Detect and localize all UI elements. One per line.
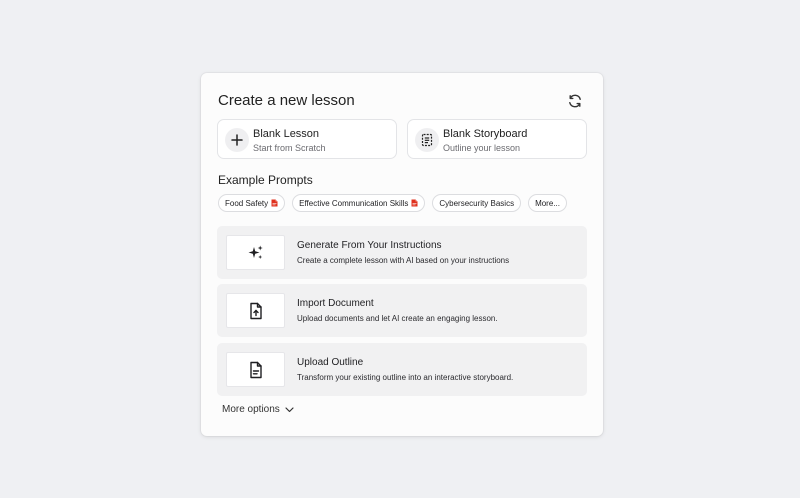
refresh-icon[interactable] — [567, 93, 583, 109]
option-title: Import Document — [297, 298, 374, 309]
blank-storyboard-subtitle: Outline your lesson — [443, 143, 521, 153]
blank-lesson-card[interactable]: Blank Lesson Start from Scratch — [217, 119, 397, 159]
option-description: Transform your existing outline into an … — [297, 373, 514, 382]
more-options-toggle[interactable]: More options — [222, 404, 294, 415]
blank-storyboard-card[interactable]: Blank Storyboard Outline your lesson — [407, 119, 587, 159]
sparkles-icon — [226, 235, 285, 270]
generate-from-instructions-option[interactable]: Generate From Your Instructions Create a… — [217, 226, 587, 279]
option-description: Create a complete lesson with AI based o… — [297, 256, 510, 265]
file-text-icon — [226, 352, 285, 387]
chip-label: More... — [535, 198, 560, 208]
blank-lesson-title: Blank Lesson — [253, 128, 320, 140]
example-prompts-list: Food Safety Effective Communication Skil… — [218, 194, 567, 212]
pdf-icon — [411, 199, 418, 207]
chip-label: Food Safety — [225, 198, 269, 208]
chip-food-safety[interactable]: Food Safety — [218, 194, 286, 212]
option-title: Upload Outline — [297, 357, 364, 368]
create-lesson-dialog: Create a new lesson Blank Lesson Start f… — [201, 73, 603, 436]
more-options-label: More options — [222, 404, 280, 415]
chip-label: Cybersecurity Basics — [439, 198, 515, 208]
pdf-icon — [271, 199, 278, 207]
blank-storyboard-title: Blank Storyboard — [443, 128, 528, 140]
chip-more[interactable]: More... — [528, 194, 567, 212]
blank-lesson-subtitle: Start from Scratch — [253, 143, 326, 153]
dialog-title: Create a new lesson — [218, 92, 355, 109]
chip-label: Effective Communication Skills — [299, 198, 409, 208]
chip-effective-communication[interactable]: Effective Communication Skills — [292, 194, 426, 212]
upload-outline-option[interactable]: Upload Outline Transform your existing o… — [217, 343, 587, 396]
import-document-option[interactable]: Import Document Upload documents and let… — [217, 284, 587, 337]
option-description: Upload documents and let AI create an en… — [297, 314, 498, 323]
chevron-down-icon — [285, 406, 294, 412]
storyboard-icon — [415, 128, 439, 152]
chip-cybersecurity-basics[interactable]: Cybersecurity Basics — [432, 194, 522, 212]
plus-icon — [225, 128, 249, 152]
example-prompts-heading: Example Prompts — [218, 173, 313, 187]
file-upload-icon — [226, 293, 285, 328]
option-title: Generate From Your Instructions — [297, 240, 442, 251]
